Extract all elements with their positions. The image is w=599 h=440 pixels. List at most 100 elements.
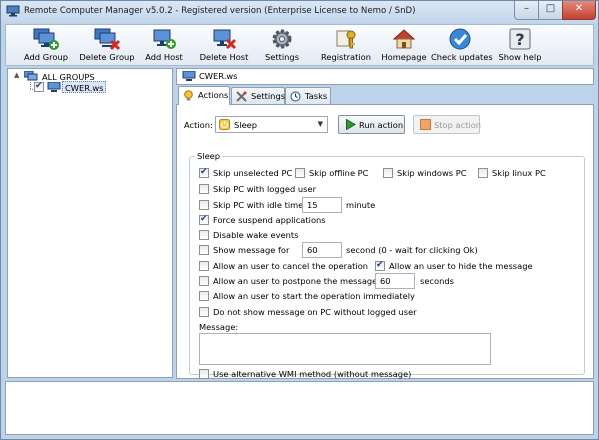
svg-text:?: ? [515, 30, 524, 49]
tools-icon [236, 91, 247, 102]
delete-host-icon [213, 29, 237, 50]
host-checkbox[interactable] [34, 81, 46, 93]
toolbar: Add Group Delete Group Add Host Delete H… [5, 24, 594, 66]
checkbox-box[interactable] [199, 291, 209, 301]
checkbox-box[interactable] [199, 230, 209, 240]
close-button[interactable]: ✕ [562, 1, 596, 20]
registration-label: Registration [320, 52, 372, 62]
checkbox-box[interactable] [295, 168, 305, 178]
maximize-button[interactable]: □ [538, 1, 563, 20]
checkbox-box[interactable] [383, 168, 393, 178]
bulb-icon [184, 90, 193, 101]
delete-group-icon [94, 28, 120, 51]
stop-action-label: Stop action [434, 120, 482, 130]
check-updates-label: Check updates [431, 52, 493, 62]
stop-icon [420, 119, 431, 130]
collapse-icon[interactable]: ▲ [14, 71, 19, 79]
delete-group-button[interactable]: Delete Group [76, 27, 138, 65]
minimize-button[interactable]: – [514, 1, 539, 20]
group-tree[interactable]: ▲ ALL GROUPS CWER.ws [7, 68, 173, 378]
homepage-label: Homepage [381, 52, 427, 62]
checkbox-box[interactable] [199, 245, 209, 255]
log-panel[interactable] [5, 381, 594, 435]
show-message-label: Show message for [213, 245, 290, 255]
checkbox-box[interactable] [199, 276, 209, 286]
idle-time-input[interactable]: 15 [302, 197, 342, 213]
message-textarea[interactable] [199, 333, 491, 365]
clock-icon [290, 91, 301, 102]
skip-idle-label: Skip PC with idle time < [213, 200, 313, 210]
skip-windows-label: Skip windows PC [397, 168, 467, 178]
show-help-button[interactable]: ? Show help [498, 27, 542, 65]
tab-tasks[interactable]: Tasks [285, 87, 331, 104]
show-message-input[interactable]: 60 [302, 242, 342, 258]
checkbox-box[interactable] [199, 307, 209, 317]
tab-actions-label: Actions [198, 90, 229, 100]
close-icon: ✕ [574, 3, 584, 14]
sleep-group-title: Sleep [195, 151, 223, 161]
check-updates-button[interactable]: Check updates [431, 27, 493, 65]
alt-wmi-label: Use alternative WMI method (without mess… [213, 369, 412, 379]
checkbox-box[interactable] [478, 168, 488, 178]
show-help-label: Show help [498, 52, 542, 62]
tree-host-label[interactable]: CWER.ws [62, 81, 107, 93]
checkbox-box[interactable] [199, 200, 209, 210]
checkbox-box[interactable] [375, 260, 385, 271]
tab-tasks-label: Tasks [305, 91, 328, 101]
sleep-icon [219, 119, 230, 130]
action-select-value: Sleep [234, 120, 258, 130]
app-window: Remote Computer Manager v5.0.2 - Registe… [0, 0, 599, 440]
no-show-logged-label: Do not show message on PC without logged… [213, 307, 417, 317]
sleep-options-group: Sleep Skip unselected PC Skip offline PC… [189, 151, 585, 379]
checkbox-box[interactable] [199, 167, 209, 178]
checkbox-box[interactable] [199, 184, 209, 194]
add-host-button[interactable]: Add Host [142, 27, 186, 65]
tab-actions[interactable]: Actions [178, 86, 230, 105]
allow-cancel-label: Allow an user to cancel the operation [213, 261, 369, 271]
window-title: Remote Computer Manager v5.0.2 - Registe… [24, 6, 416, 16]
tab-settings[interactable]: Settings [231, 87, 285, 104]
delete-host-button[interactable]: Delete Host [196, 27, 252, 65]
add-host-icon [153, 29, 176, 49]
host-checkbox-box[interactable] [34, 81, 44, 92]
chevron-down-icon: ▼ [317, 120, 323, 128]
postpone-value: 60 [380, 276, 391, 286]
key-icon [336, 30, 356, 49]
delete-group-label: Delete Group [79, 52, 135, 62]
add-group-icon [33, 28, 59, 50]
force-suspend-label: Force suspend applications [213, 215, 326, 225]
settings-button[interactable]: Settings [262, 27, 302, 65]
homepage-button[interactable]: Homepage [380, 27, 428, 65]
maximize-icon: □ [545, 3, 556, 14]
checkbox-box[interactable] [199, 261, 209, 271]
postpone-input[interactable]: 60 [375, 273, 415, 289]
allow-postpone-label: Allow an user to postpone the message fo… [213, 276, 392, 286]
show-message-value: 60 [307, 245, 318, 255]
tab-settings-label: Settings [251, 91, 286, 101]
computer-icon [47, 82, 61, 92]
add-host-label: Add Host [145, 52, 183, 62]
add-group-label: Add Group [24, 52, 68, 62]
checkbox-box[interactable] [199, 369, 209, 379]
app-icon [6, 5, 20, 17]
checkmark-icon [449, 28, 471, 50]
idle-unit-label: minute [346, 200, 376, 210]
registration-button[interactable]: Registration [318, 27, 374, 65]
computer-icon [182, 71, 196, 81]
allow-hide-label: Allow an user to hide the message [389, 261, 533, 271]
skip-linux-label: Skip linux PC [492, 168, 546, 178]
settings-label: Settings [264, 52, 300, 62]
add-group-button[interactable]: Add Group [16, 27, 76, 65]
disable-wake-label: Disable wake events [213, 230, 299, 240]
action-select[interactable]: Sleep ▼ [215, 116, 328, 133]
checkbox-box[interactable] [199, 214, 209, 225]
skip-unselected-label: Skip unselected PC [213, 168, 293, 178]
skip-logged-label: Skip PC with logged user [213, 184, 316, 194]
selected-host-name: CWER.ws [199, 71, 238, 81]
action-label: Action: [184, 120, 213, 130]
message-label: Message: [199, 322, 239, 332]
title-bar[interactable]: Remote Computer Manager v5.0.2 - Registe… [1, 1, 598, 23]
stop-action-button[interactable]: Stop action [413, 115, 482, 134]
allow-start-label: Allow an user to start the operation imm… [213, 291, 415, 301]
run-action-button[interactable]: Run action [338, 115, 405, 134]
